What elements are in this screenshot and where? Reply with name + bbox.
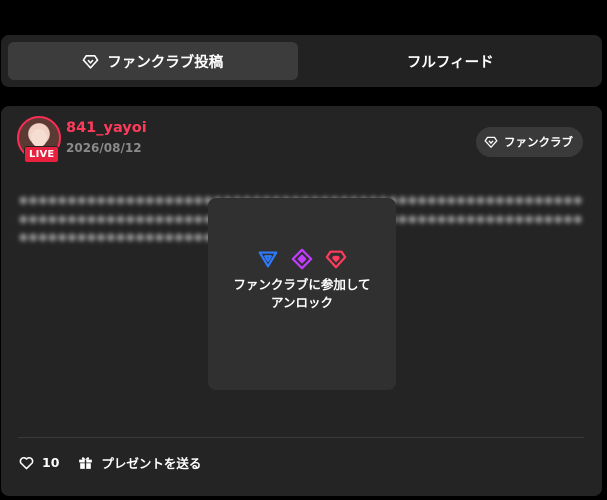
tab-fanclub-posts[interactable]: ファンクラブ投稿 [8,42,298,80]
username[interactable]: 841_yayoi [66,120,147,136]
tab-full-feed-label: フルフィード [406,54,494,71]
locked-content-overlay[interactable]: ファンクラブに参加して アンロック [208,198,396,390]
post-footer: 10 プレゼントを送る [18,450,201,474]
triangle-icon [258,251,278,268]
fanclub-badge[interactable]: ファンクラブ [476,127,583,157]
gift-icon [79,456,93,469]
like-button[interactable]: 10 [18,454,59,471]
unlock-message-line-1: ファンクラブに参加して アンロック [233,277,371,310]
post-date: 2026/08/12 [66,141,142,155]
avatar-face [31,129,47,147]
fanclub-tier-icons [257,248,347,270]
unlock-message: ファンクラブに参加して アンロック [232,276,372,312]
page: ファンクラブ投稿 フルフィード LIVE 841_yayoi 2026/08/1… [0,0,607,500]
heart-icon [19,456,34,469]
tab-fanclub-posts-label: ファンクラブ投稿 [107,54,224,71]
fanclub-badge-label: ファンクラブ [504,135,573,149]
diamond-icon [484,136,498,148]
live-badge: LIVE [24,146,60,163]
heart-diamond-icon [325,250,347,269]
send-gift-label: プレゼントを送る [101,455,202,471]
divider [18,437,584,438]
diamond-icon [291,248,313,270]
tab-full-feed[interactable]: フルフィード [306,42,596,80]
like-count: 10 [42,454,60,470]
diamond-icon [82,54,99,69]
send-gift-button[interactable]: プレゼントを送る [77,453,201,472]
feed-tabs: ファンクラブ投稿 フルフィード [1,35,602,87]
post-card: LIVE 841_yayoi 2026/08/12 ファンクラブ ●●●●●●●… [1,106,602,496]
